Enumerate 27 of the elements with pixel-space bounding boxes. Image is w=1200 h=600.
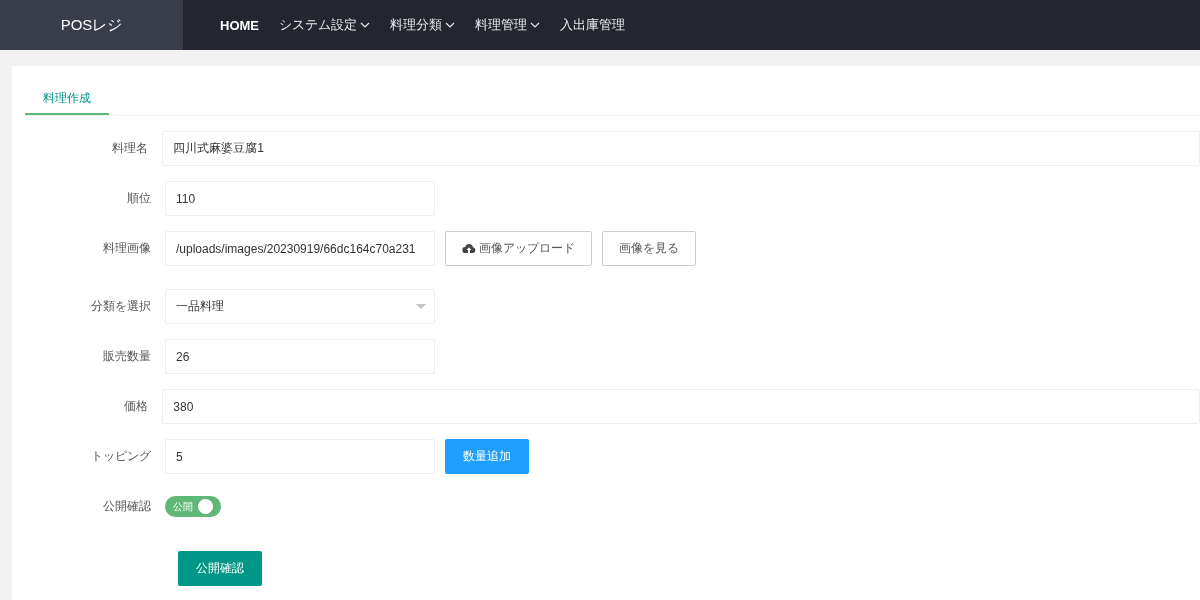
field-label: 価格 (123, 398, 149, 415)
input-field[interactable]: 四川式麻婆豆腐1 (162, 131, 1200, 166)
field-label: 料理画像 (102, 240, 151, 257)
input-field[interactable]: 5 (165, 439, 435, 474)
field-label: 分類を選択 (90, 298, 151, 315)
submit-button[interactable]: 公開確認 (178, 551, 262, 586)
view-image-button[interactable]: 画像を見る (602, 231, 696, 266)
field-label: 公開確認 (102, 498, 151, 515)
input-field[interactable]: 26 (165, 339, 435, 374)
select-field[interactable]: 一品料理 (165, 289, 435, 324)
input-field[interactable]: 110 (165, 181, 435, 216)
cloud-upload-icon (462, 243, 476, 254)
field-label: 順位 (126, 190, 151, 207)
input-field[interactable]: /uploads/images/20230919/66dc164c70a231 (165, 231, 435, 266)
upload-button[interactable]: 画像アップロード (445, 231, 592, 266)
nav-item[interactable]: システム設定 (279, 16, 370, 34)
field-label: 販売数量 (102, 348, 151, 365)
nav-item[interactable]: 料理分類 (390, 16, 455, 34)
field-label: 料理名 (111, 140, 149, 157)
field-label: トッピング (90, 448, 151, 465)
caret-icon (416, 304, 426, 310)
tab[interactable]: 料理作成 (25, 82, 109, 115)
nav-item[interactable]: HOME (220, 17, 259, 33)
input-field[interactable]: 380 (162, 389, 1200, 424)
nav-item[interactable]: 料理管理 (475, 16, 540, 34)
app-logo: POSレジ (0, 0, 183, 50)
nav-item[interactable]: 入出庫管理 (560, 16, 625, 34)
